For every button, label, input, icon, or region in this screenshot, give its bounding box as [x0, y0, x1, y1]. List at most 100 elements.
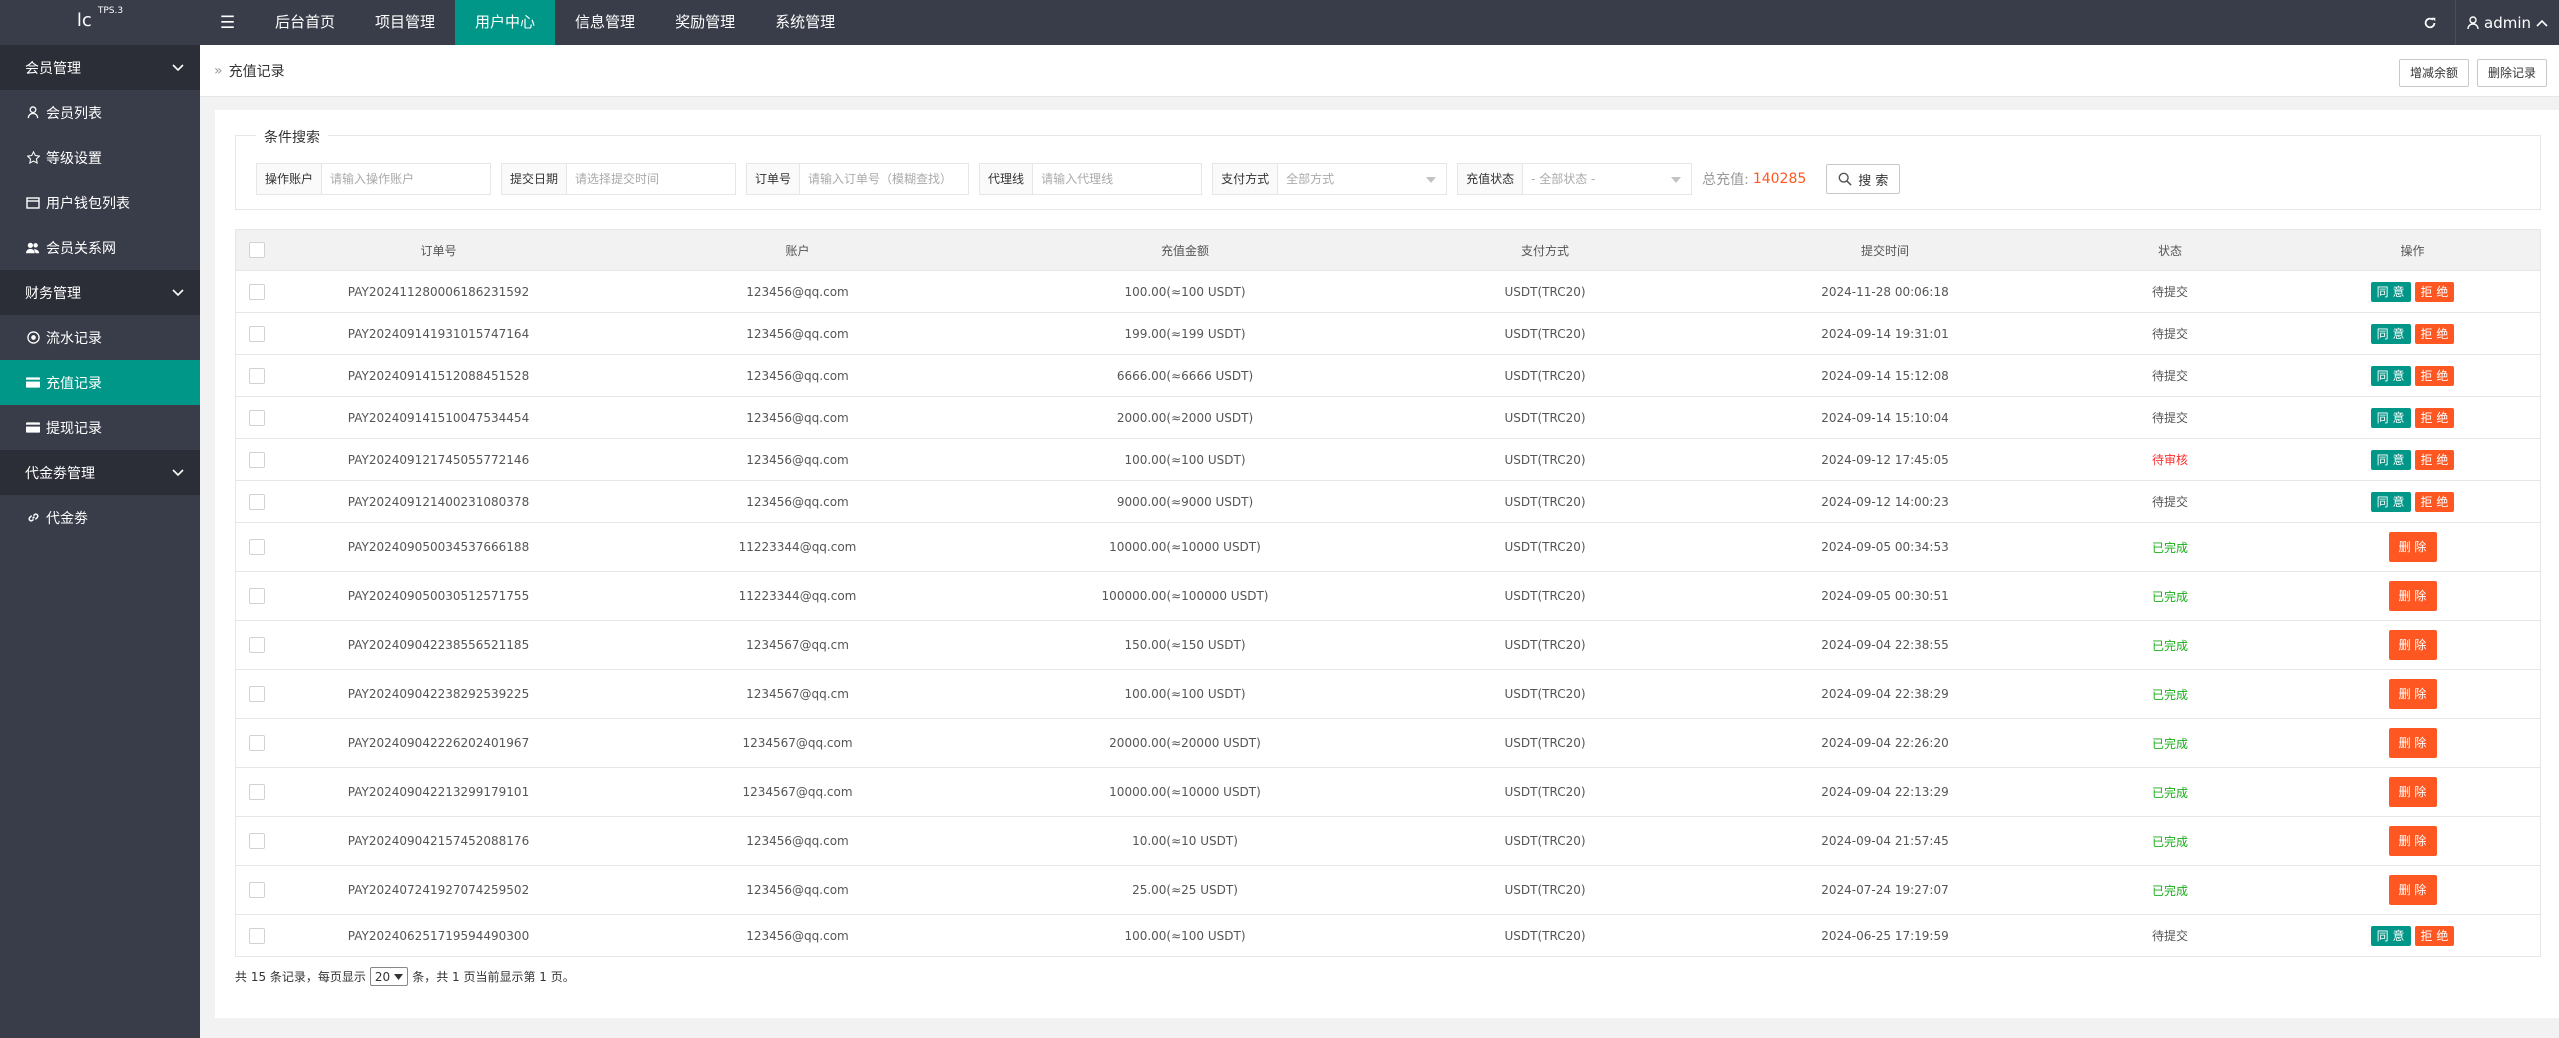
- chevron-up-icon: [2536, 19, 2548, 27]
- reject-button[interactable]: 拒 绝: [2414, 449, 2455, 470]
- sidebar-item-withdraw-records[interactable]: 提现记录: [0, 405, 200, 450]
- nav-item-info[interactable]: 信息管理: [555, 0, 655, 45]
- sidebar-item-transactions[interactable]: 流水记录: [0, 315, 200, 360]
- sidebar-item-member-list[interactable]: 会员列表: [0, 90, 200, 135]
- row-checkbox[interactable]: [248, 686, 265, 702]
- row-checkbox[interactable]: [248, 451, 265, 468]
- wallet-icon: [26, 196, 40, 210]
- table-row: PAY202409042157452088176 123456@qq.com 10.…: [236, 817, 2540, 866]
- sidebar-item-recharge-records[interactable]: 充值记录: [0, 360, 200, 405]
- order-input[interactable]: 请输入订单号（模糊查找）: [800, 164, 968, 194]
- sidebar-group-members[interactable]: 会员管理: [0, 45, 200, 90]
- delete-records-button[interactable]: 删除记录: [2476, 59, 2547, 87]
- reject-button[interactable]: 拒 绝: [2414, 323, 2455, 344]
- sidebar-item-vouchers[interactable]: 代金劵: [0, 495, 200, 540]
- submit-time: 2024-09-14 19:31:01: [1821, 326, 1949, 341]
- row-checkbox[interactable]: [248, 588, 265, 604]
- nav-item-user-center[interactable]: 用户中心: [455, 0, 556, 45]
- row-select-cell: [236, 493, 277, 510]
- nav-item-home[interactable]: 后台首页: [255, 0, 355, 45]
- row-actions: 同 意拒 绝: [2285, 449, 2540, 470]
- row-select-cell: [236, 637, 277, 653]
- account: 1234567@qq.cm: [746, 638, 849, 652]
- user-menu[interactable]: admin: [2456, 0, 2559, 45]
- row-checkbox[interactable]: [248, 882, 265, 898]
- sidebar-group-vouchers[interactable]: 代金劵管理: [0, 450, 200, 495]
- recharge-amount: 10.00(≈10 USDT): [1132, 834, 1238, 848]
- nav-item-system[interactable]: 系统管理: [755, 0, 855, 45]
- agree-button[interactable]: 同 意: [2370, 925, 2411, 946]
- row-actions: 删 除: [2285, 532, 2540, 562]
- date-field: 提交日期 请选择提交时间: [501, 163, 737, 195]
- recharge-amount: 25.00(≈25 USDT): [1132, 883, 1238, 897]
- delete-button[interactable]: 删 除: [2388, 875, 2437, 905]
- row-checkbox[interactable]: [248, 539, 265, 555]
- row-checkbox[interactable]: [248, 325, 265, 342]
- nav-item-projects[interactable]: 项目管理: [355, 0, 455, 45]
- account-field-label: 操作账户: [257, 164, 323, 194]
- row-checkbox[interactable]: [248, 493, 265, 510]
- refresh-icon: [2424, 17, 2435, 28]
- pay-method-select[interactable]: 全部方式: [1278, 164, 1446, 194]
- agent-input[interactable]: 请输入代理线: [1033, 164, 1201, 194]
- pay-method-value: 全部方式: [1286, 172, 1335, 186]
- row-checkbox[interactable]: [248, 367, 265, 384]
- select-all-checkbox[interactable]: [248, 242, 265, 258]
- logo[interactable]: lc TPS.3: [0, 0, 200, 45]
- row-actions: 同 意拒 绝: [2285, 407, 2540, 428]
- delete-button[interactable]: 删 除: [2388, 777, 2437, 807]
- reject-button[interactable]: 拒 绝: [2414, 281, 2455, 302]
- search-button-label: 搜 索: [1858, 173, 1889, 189]
- nav-item-rewards[interactable]: 奖励管理: [655, 0, 755, 45]
- status-select[interactable]: - 全部状态 -: [1523, 164, 1691, 194]
- agree-button[interactable]: 同 意: [2370, 323, 2411, 344]
- col-header-status: 状态: [2157, 243, 2182, 258]
- user-icon: [2467, 15, 2479, 29]
- sidebar-item-level-settings[interactable]: 等级设置: [0, 135, 200, 180]
- submit-time: 2024-07-24 19:27:07: [1821, 883, 1949, 897]
- row-checkbox[interactable]: [248, 833, 265, 849]
- delete-button[interactable]: 删 除: [2388, 728, 2437, 758]
- delete-button[interactable]: 删 除: [2388, 581, 2437, 611]
- reject-button[interactable]: 拒 绝: [2414, 925, 2455, 946]
- sidebar-item-member-network[interactable]: 会员关系网: [0, 225, 200, 270]
- agree-button[interactable]: 同 意: [2370, 491, 2411, 512]
- user-name: admin: [2484, 13, 2531, 32]
- row-checkbox[interactable]: [248, 735, 265, 751]
- sidebar-group-finance[interactable]: 财务管理: [0, 270, 200, 315]
- row-checkbox[interactable]: [248, 637, 265, 653]
- sidebar-item-label: 会员列表: [46, 105, 102, 122]
- agree-button[interactable]: 同 意: [2370, 407, 2411, 428]
- delete-button[interactable]: 删 除: [2388, 630, 2437, 660]
- account-input[interactable]: 请输入操作账户: [322, 164, 490, 194]
- page-size-select[interactable]: 20: [369, 967, 409, 986]
- agree-button[interactable]: 同 意: [2370, 449, 2411, 470]
- status-field: 充值状态 - 全部状态 -: [1457, 163, 1693, 195]
- row-checkbox[interactable]: [248, 283, 265, 300]
- agree-button[interactable]: 同 意: [2370, 281, 2411, 302]
- menu-toggle-icon[interactable]: ☰: [200, 0, 255, 45]
- breadcrumb-separator: »: [214, 62, 223, 79]
- chevron-down-icon: [172, 63, 184, 71]
- delete-button[interactable]: 删 除: [2388, 826, 2437, 856]
- delete-button[interactable]: 删 除: [2388, 532, 2437, 562]
- reject-button[interactable]: 拒 绝: [2414, 491, 2455, 512]
- delete-button[interactable]: 删 除: [2388, 679, 2437, 709]
- reject-button[interactable]: 拒 绝: [2414, 407, 2455, 428]
- date-input[interactable]: 请选择提交时间: [567, 164, 735, 194]
- submit-time: 2024-09-14 15:12:08: [1821, 368, 1949, 383]
- refresh-button[interactable]: [2404, 0, 2456, 45]
- row-checkbox[interactable]: [248, 927, 265, 944]
- row-select-cell: [236, 409, 277, 426]
- col-header-account: 账户: [785, 243, 810, 258]
- search-button[interactable]: 搜 索: [1826, 164, 1901, 194]
- agree-button[interactable]: 同 意: [2370, 365, 2411, 386]
- row-checkbox[interactable]: [248, 784, 265, 800]
- pay-method: USDT(TRC20): [1504, 589, 1586, 603]
- add-balance-button[interactable]: 增减余额: [2398, 59, 2469, 87]
- reject-button[interactable]: 拒 绝: [2414, 365, 2455, 386]
- row-checkbox[interactable]: [248, 409, 265, 426]
- sidebar-item-wallet-list[interactable]: 用户钱包列表: [0, 180, 200, 225]
- submit-time: 2024-09-04 22:13:29: [1821, 785, 1949, 799]
- account: 123456@qq.com: [746, 494, 849, 509]
